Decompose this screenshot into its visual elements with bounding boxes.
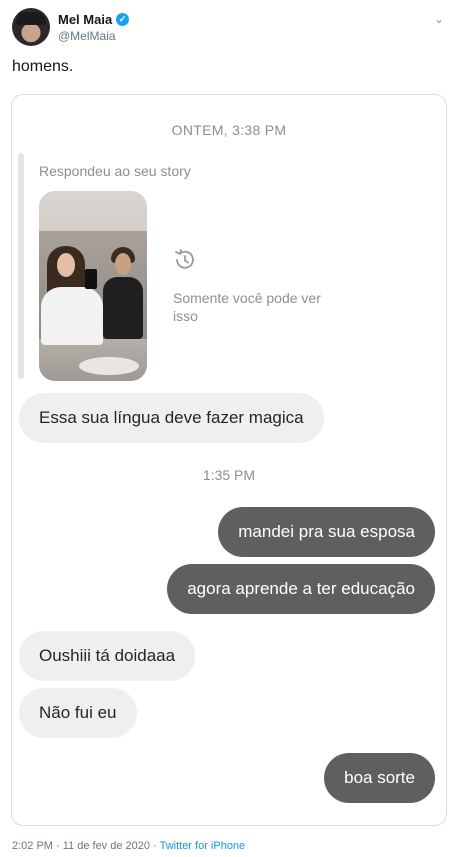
tweet-header: Mel Maia ✓ @MelMaia ⌄ [12, 8, 448, 48]
tweet-metadata: 2:02 PM · 11 de fev de 2020 · Twitter fo… [12, 840, 245, 852]
user-handle[interactable]: @MelMaia [58, 29, 116, 43]
reply-indicator-bar [18, 153, 24, 379]
story-thumbnail [39, 191, 147, 381]
message-received: Oushiii tá doidaaa [19, 631, 196, 681]
message-sent: agora aprende a ter educação [167, 564, 435, 614]
display-name[interactable]: Mel Maia [58, 12, 112, 27]
name-row: Mel Maia ✓ [58, 12, 130, 27]
message-sent: boa sorte [324, 753, 435, 803]
tweet-timestamp[interactable]: 2:02 PM · 11 de fev de 2020 · [12, 840, 160, 852]
tweet-source-link[interactable]: Twitter for iPhone [160, 840, 246, 852]
attached-image[interactable]: ONTEM, 3:38 PM Respondeu ao seu story So… [11, 94, 447, 826]
replied-to-story-label: Respondeu ao seu story [39, 163, 191, 179]
verified-badge-icon: ✓ [116, 13, 130, 26]
timestamp-mid: 1:35 PM [202, 467, 256, 483]
avatar[interactable] [12, 8, 50, 46]
message-received: Não fui eu [19, 688, 137, 738]
message-received: Essa sua língua deve fazer magica [19, 393, 324, 443]
story-visibility-note: Somente você pode ver isso [173, 290, 321, 324]
history-icon [175, 249, 194, 269]
timestamp-top: ONTEM, 3:38 PM [171, 122, 287, 138]
chevron-down-icon[interactable]: ⌄ [434, 12, 444, 26]
message-sent: mandei pra sua esposa [218, 507, 435, 557]
tweet-text: homens. [12, 58, 74, 75]
